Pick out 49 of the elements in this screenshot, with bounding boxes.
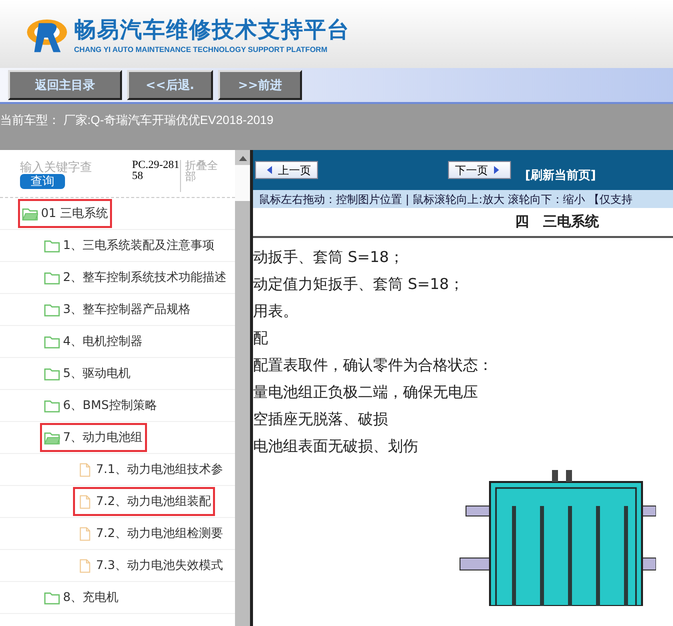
previous-page-button[interactable]: 上一页 [255,161,318,179]
refresh-link[interactable]: [刷新当前页] [525,166,596,184]
folder-icon [44,238,60,252]
nav-button[interactable]: <<后退. [127,70,213,100]
tree-item[interactable]: 3、整车控制器产品规格 [40,295,195,324]
tree-item[interactable]: 01 三电系统 [18,199,112,228]
nav-button[interactable]: >>前进 [218,70,302,100]
document-icon [77,558,93,572]
document-icon [77,526,93,540]
folder-icon [44,366,60,380]
document-line: 空插座无脱落、破损 [253,409,389,430]
document-line: 电池组表面无破损、划伤 [253,436,419,457]
code-label: PC.29-28158 [132,160,181,192]
tree-item[interactable]: 1、三电系统装配及注意事项 [40,231,219,260]
folder-icon [44,334,60,348]
current-model: 当前车型： 厂家:Q-奇瑞汽车开瑞优优EV2018-2019 [0,112,274,129]
scrollbar-thumb[interactable] [235,165,250,626]
document-line: 配 [253,328,269,349]
document-line: 动定值力矩扳手、套筒 S=18； [253,274,465,295]
hint-text: 鼠标左右拖动：控制图片位置 | 鼠标滚轮向上:放大 滚轮向下：缩小 【仅支持 [258,193,632,206]
tree-item[interactable]: 7.3、动力电池失效模式 [73,551,228,580]
next-page-button[interactable]: 下一页 [448,161,511,179]
document-line: 量电池组正负极二端，确保无电压 [253,382,479,403]
tree-item[interactable]: 8、充电机 [40,583,123,612]
site-title: 畅易汽车维修技术支持平台 [74,16,350,44]
document-line: 配置表取件，确认零件为合格状态： [253,355,494,376]
folder-icon [22,206,38,220]
tree-item[interactable]: 7.2、动力电池组检测要 [73,519,228,548]
document-line: 用表。 [253,301,299,322]
document-icon [77,494,93,508]
folder-icon [44,590,60,604]
tree-item[interactable]: 7.1、动力电池组技术参 [73,455,228,484]
search-button[interactable]: 查询 [20,174,65,189]
tree-item[interactable]: 6、BMS控制策略 [40,391,161,420]
tree-item[interactable]: 2、整车控制系统技术功能描述 [40,263,231,292]
folder-icon [44,398,60,412]
folder-icon [44,270,60,284]
right-arrow-icon [492,166,500,174]
left-arrow-icon [266,166,274,174]
nav-button[interactable]: 返回主目录 [8,70,122,100]
folder-icon [44,430,60,444]
tree-item[interactable]: 4、电机控制器 [40,327,147,356]
document-icon [77,462,93,476]
folder-icon [44,302,60,316]
tree-item[interactable]: 7.2、动力电池组装配 [73,487,216,516]
tree-item[interactable]: 5、驱动电机 [40,359,135,388]
section-heading: 四 三电系统 [515,213,599,231]
tree-item[interactable]: 7、动力电池组 [40,423,147,452]
document-line: 动扳手、套筒 S=18； [253,247,405,268]
